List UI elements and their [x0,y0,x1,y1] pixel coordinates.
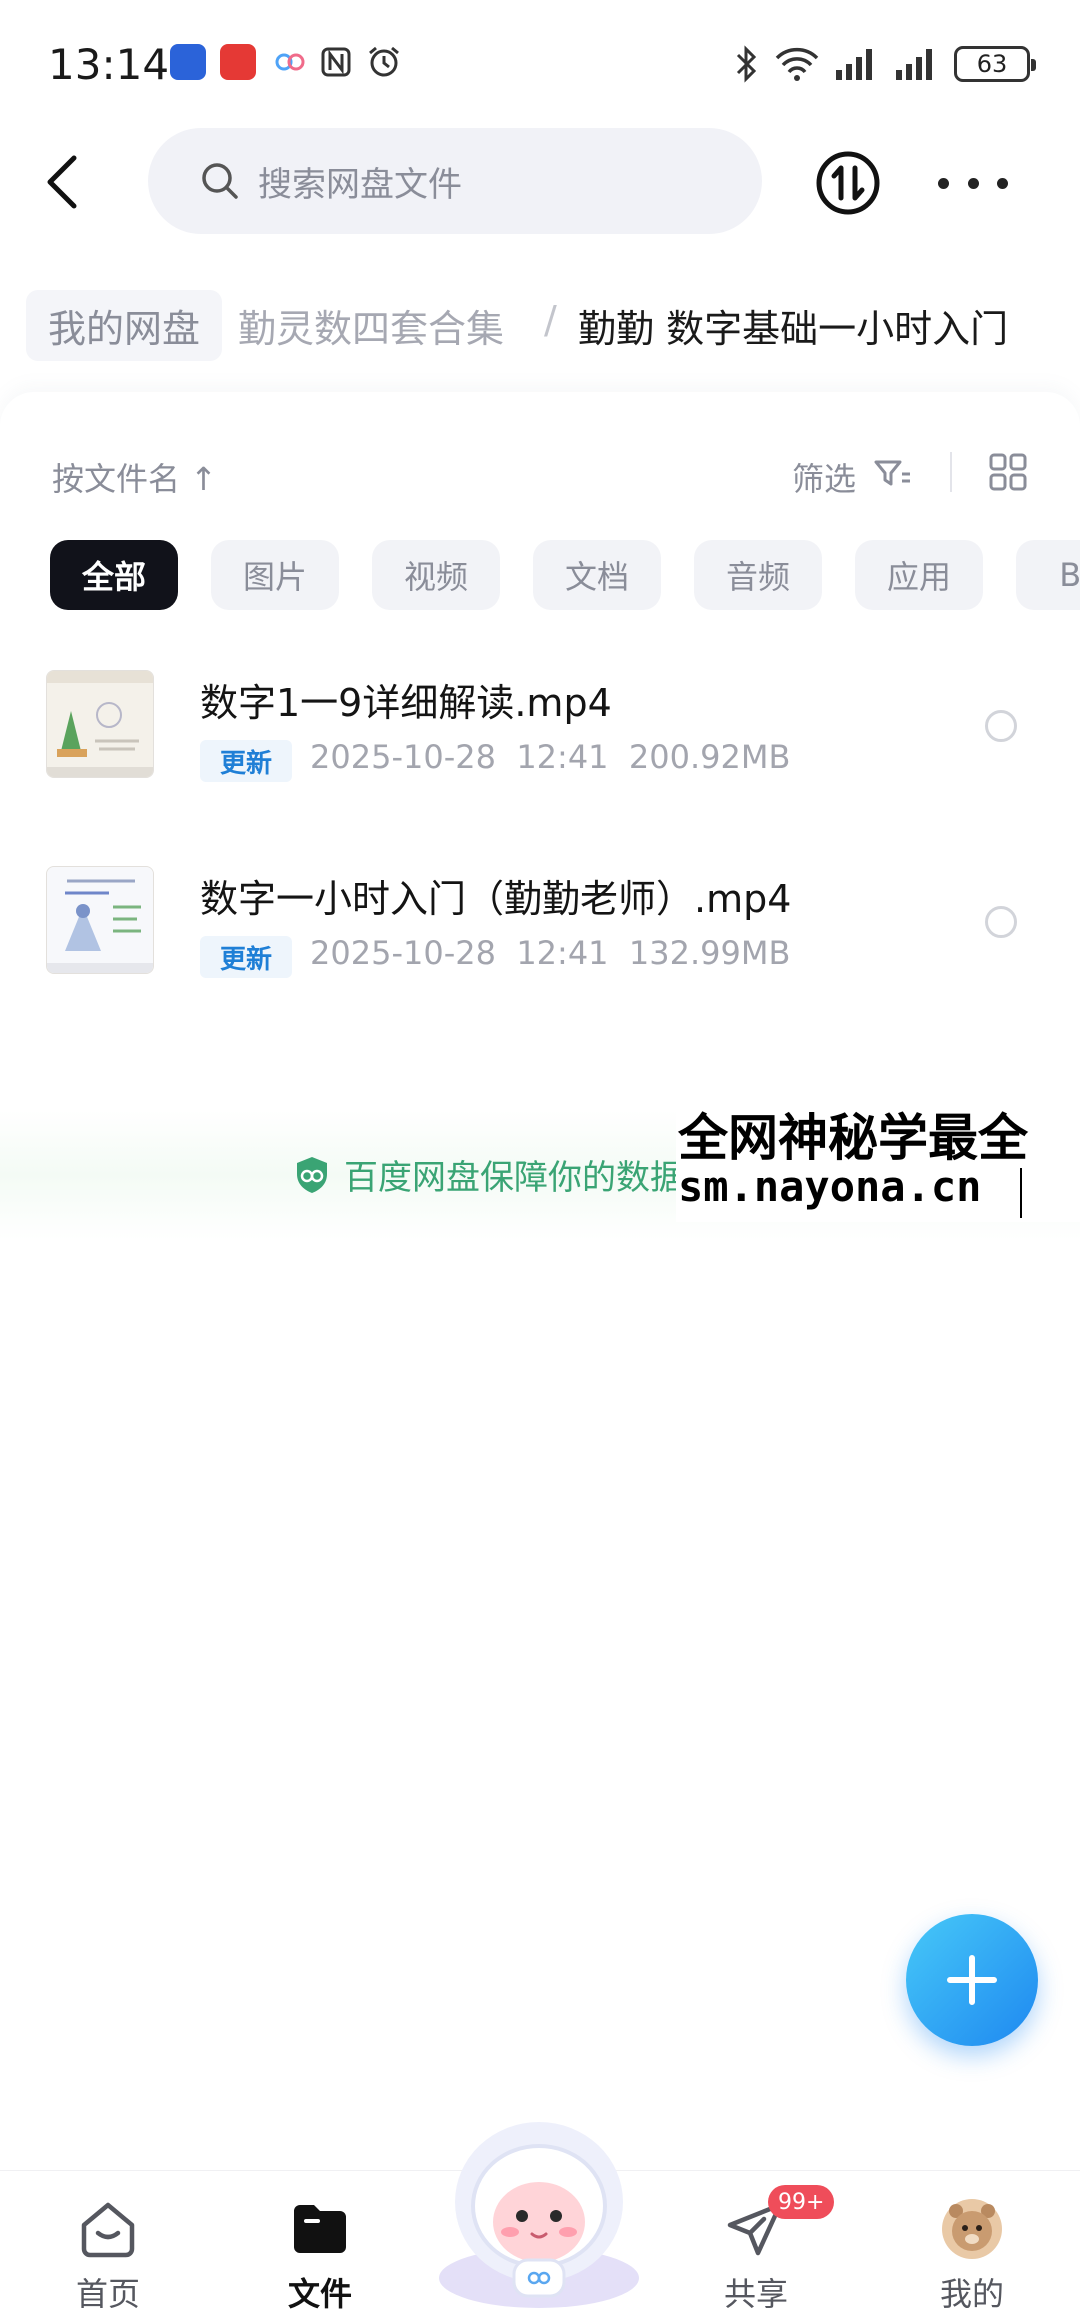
toolbar-divider [950,452,952,492]
text-cursor [1020,1168,1022,1218]
folder-icon [294,2205,346,2253]
alarm-icon [366,44,402,80]
status-bar: 13:14 63 [0,0,1080,120]
filter-icon[interactable] [872,454,912,494]
file-meta: 2025-10-28 12:41 200.92MB [310,738,790,776]
nav-share[interactable]: 99+ 共享 [686,2185,835,2315]
file-size: 132.99MB [628,934,791,972]
dot-icon [967,177,979,189]
watermark-line2: sm.nayona.cn [678,1162,982,1211]
chip-audio[interactable]: 音频 [694,540,822,610]
sort-by-name-button[interactable]: 按文件名 ↑ [52,454,217,500]
nav-home[interactable]: 首页 [38,2185,178,2315]
shield-icon [297,1156,327,1193]
video-thumbnail [46,670,154,778]
select-checkbox[interactable] [985,710,1017,742]
nav-files-label: 文件 [287,2275,352,2313]
file-time: 12:41 [516,738,609,776]
nav-files[interactable]: 文件 [250,2185,390,2315]
status-time: 13:14 [48,40,170,89]
dot-icon [938,177,949,189]
breadcrumb-separator: / [544,298,557,342]
chip-apps[interactable]: 应用 [855,540,983,610]
watermark-overlay: 全网神秘学最全 sm.nayona.cn [676,1098,1080,1222]
file-size: 200.92MB [628,738,791,776]
chip-documents[interactable]: 文档 [533,540,661,610]
file-type-filter-chips: 全部 图片 视频 文档 音频 应用 BT [50,540,1080,610]
nav-profile[interactable]: 我的 [902,2185,1042,2315]
more-options-button[interactable] [938,160,1008,206]
transfer-icon [816,151,880,215]
update-tag: 更新 [200,740,292,782]
signal-icon [836,49,872,80]
battery-indicator: 63 [954,46,1036,82]
update-tag: 更新 [200,936,292,978]
search-icon [202,163,238,199]
search-input[interactable]: 搜索网盘文件 [148,128,762,234]
security-notice-text: 百度网盘保障你的数据 [344,1158,684,1198]
chip-all[interactable]: 全部 [50,540,178,610]
notification-app-icon [220,44,256,80]
file-meta: 2025-10-28 12:41 132.99MB [310,934,790,972]
watermark-line1: 全网神秘学最全 [678,1109,1028,1167]
breadcrumb-parent-folder[interactable]: 勤灵数四套合集 [238,298,504,353]
baidu-netdisk-icon [272,44,308,80]
status-right-icons: 63 [734,44,1036,84]
file-time: 12:41 [516,934,609,972]
security-notice: 百度网盘保障你的数据 [294,1150,724,1199]
bluetooth-icon [736,45,757,83]
breadcrumb-current-folder: 勤勤 数字基础一小时入门 [578,307,1009,351]
nav-share-label: 共享 [723,2275,788,2313]
file-date: 2025-10-28 [310,934,496,972]
file-name: 数字1一9详细解读.mp4 [200,681,612,725]
home-icon [81,2202,135,2258]
nfc-icon [318,44,354,80]
dot-icon [997,177,1008,189]
mascot-assistant-button[interactable] [432,2110,646,2310]
filter-button[interactable]: 筛选 [792,454,856,500]
chip-bt[interactable]: BT [1016,540,1080,610]
nav-home-label: 首页 [75,2275,140,2313]
search-placeholder: 搜索网盘文件 [258,164,462,205]
add-button[interactable] [906,1914,1038,2046]
grid-view-icon[interactable] [988,452,1028,492]
back-button[interactable] [30,140,100,224]
breadcrumb-root[interactable]: 我的网盘 [26,290,223,361]
chip-videos[interactable]: 视频 [372,540,500,610]
file-date: 2025-10-28 [310,738,496,776]
breadcrumb: 勤灵数四套合集 我的网盘 / 勤勤 数字基础一小时入门 [0,280,1080,370]
plus-icon [947,1955,997,2005]
file-list-item[interactable]: 数字一小时入门（勤勤老师）.mp4 更新 2025-10-28 12:41 13… [0,848,1080,1008]
notification-app-icon [170,44,206,80]
share-badge: 99+ [768,2185,835,2219]
signal-icon [896,49,932,80]
file-list-item[interactable]: 数字1一9详细解读.mp4 更新 2025-10-28 12:41 200.92… [0,652,1080,812]
select-checkbox[interactable] [985,906,1017,938]
chevron-left-icon [47,155,77,209]
avatar [942,2199,1002,2259]
chip-images[interactable]: 图片 [211,540,339,610]
nav-profile-label: 我的 [939,2275,1004,2313]
file-name: 数字一小时入门（勤勤老师）.mp4 [200,877,792,921]
video-thumbnail [46,866,154,974]
transfer-list-button[interactable] [815,150,881,216]
wifi-icon [775,47,819,81]
